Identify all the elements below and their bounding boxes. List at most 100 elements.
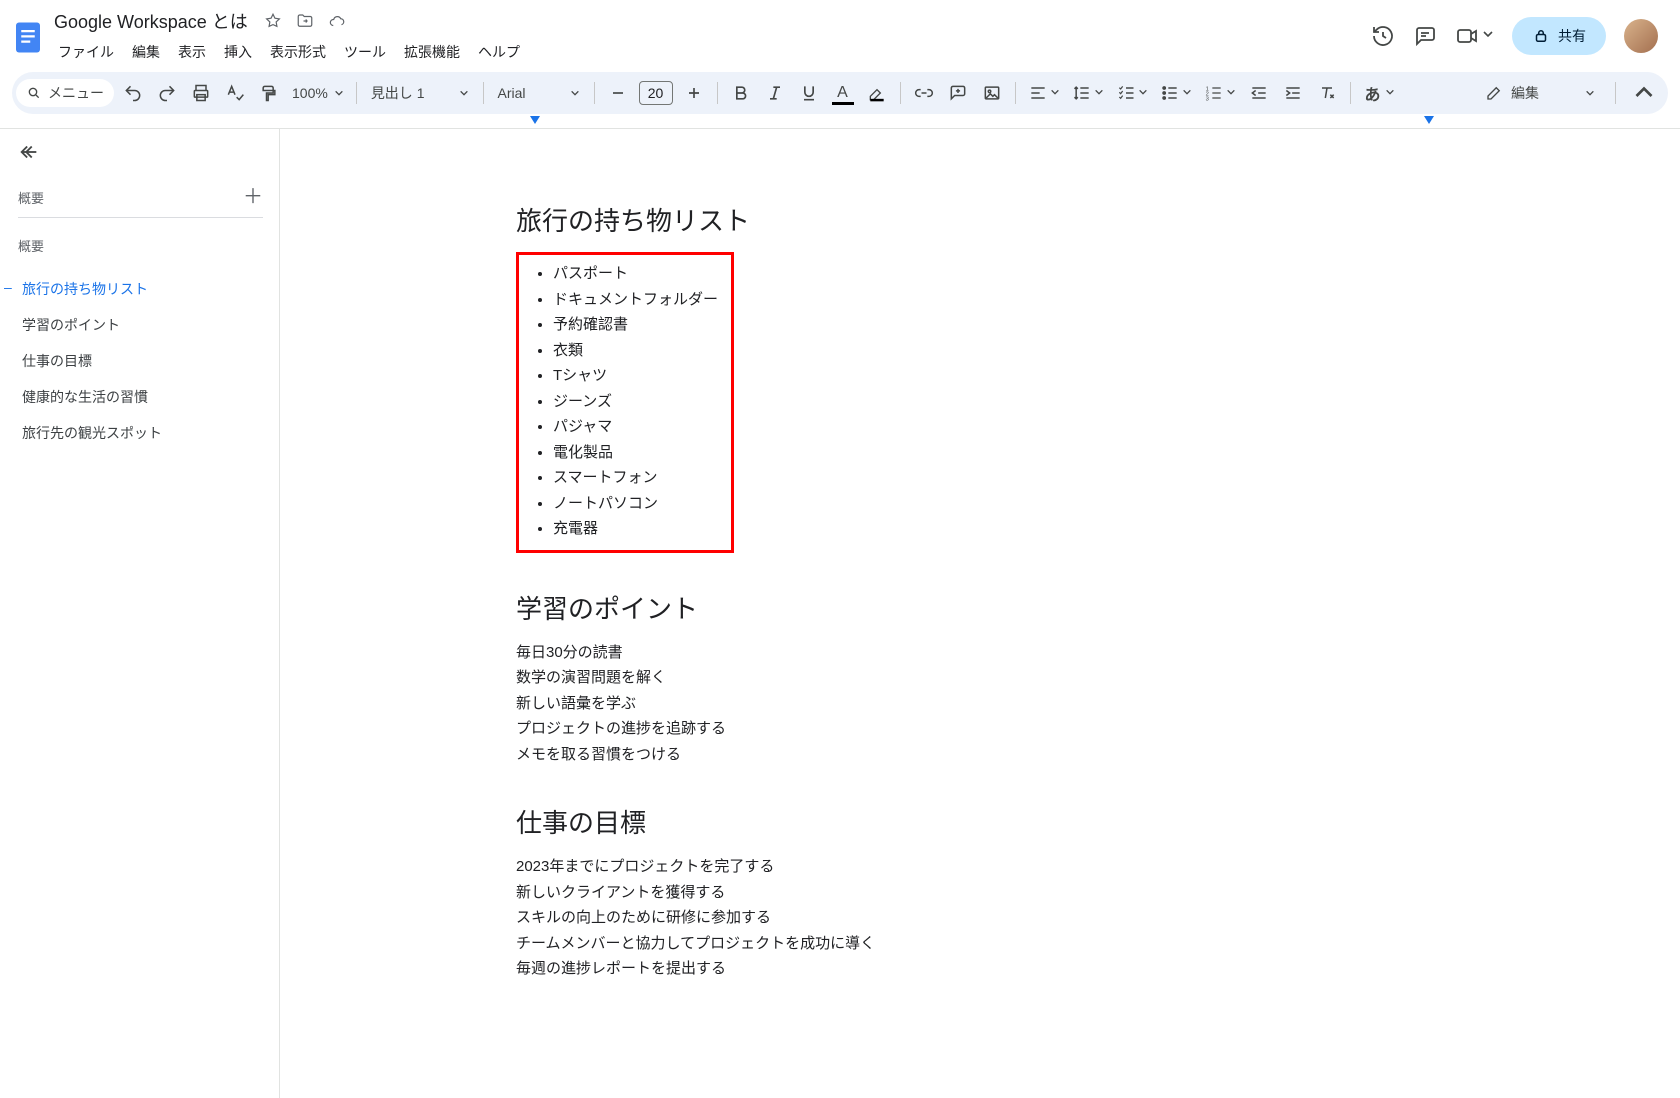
menu-bar: ファイル 編集 表示 挿入 表示形式 ツール 拡張機能 ヘルプ [50, 36, 1371, 66]
indent-marker-right[interactable] [1424, 116, 1434, 124]
menu-view[interactable]: 表示 [170, 38, 214, 66]
highlight-box: パスポートドキュメントフォルダー予約確認書衣類Tシャツジーンズパジャマ電化製品ス… [516, 252, 734, 553]
comments-icon[interactable] [1413, 24, 1437, 48]
text-color-button[interactable]: A [828, 78, 858, 108]
list-item[interactable]: ノートパソコン [553, 491, 723, 517]
text-line[interactable]: チームメンバーと協力してプロジェクトを成功に導く [516, 931, 1456, 957]
text-block[interactable]: 2023年までにプロジェクトを完了する新しいクライアントを獲得するスキルの向上の… [516, 854, 1456, 982]
editing-mode-button[interactable]: 編集 [1475, 79, 1605, 107]
insert-link-button[interactable] [909, 78, 939, 108]
menu-format[interactable]: 表示形式 [262, 38, 334, 66]
collapse-toolbar-button[interactable] [1626, 75, 1662, 111]
menu-help[interactable]: ヘルプ [470, 38, 528, 66]
add-comment-button[interactable] [943, 78, 973, 108]
text-line[interactable]: 毎週の進捗レポートを提出する [516, 956, 1456, 982]
highlight-color-button[interactable] [862, 78, 892, 108]
docs-logo-icon[interactable] [8, 16, 48, 56]
font-family-value: Arial [498, 85, 526, 101]
add-summary-button[interactable]: ＋ [243, 187, 263, 207]
editing-mode-label: 編集 [1511, 83, 1539, 103]
ruler[interactable] [12, 116, 1668, 126]
line-spacing-button[interactable] [1068, 78, 1108, 108]
align-button[interactable] [1024, 78, 1064, 108]
list-item[interactable]: スマートフォン [553, 465, 723, 491]
search-menus-button[interactable]: メニュー [16, 79, 114, 107]
heading-1[interactable]: 仕事の目標 [516, 803, 1456, 840]
meet-icon[interactable] [1455, 24, 1494, 48]
outline-panel: 概要 ＋ 概要 旅行の持ち物リスト学習のポイント仕事の目標健康的な生活の習慣旅行… [0, 129, 280, 1098]
text-line[interactable]: スキルの向上のために研修に参加する [516, 905, 1456, 931]
document-canvas[interactable]: 旅行の持ち物リスト パスポートドキュメントフォルダー予約確認書衣類Tシャツジーン… [280, 129, 1680, 1098]
outline-item[interactable]: 旅行の持ち物リスト [18, 271, 263, 307]
avatar[interactable] [1624, 19, 1658, 53]
list-item[interactable]: Tシャツ [553, 363, 723, 389]
print-button[interactable] [186, 78, 216, 108]
text-line[interactable]: メモを取る習慣をつける [516, 742, 1456, 768]
list-item[interactable]: パスポート [553, 261, 723, 287]
undo-button[interactable] [118, 78, 148, 108]
cloud-status-icon[interactable] [326, 10, 348, 32]
text-line[interactable]: 新しいクライアントを獲得する [516, 880, 1456, 906]
increase-font-size-button[interactable] [679, 78, 709, 108]
redo-button[interactable] [152, 78, 182, 108]
text-line[interactable]: 新しい語彙を学ぶ [516, 691, 1456, 717]
outline-back-button[interactable] [18, 141, 263, 163]
decrease-indent-button[interactable] [1244, 78, 1274, 108]
outline-item[interactable]: 旅行先の観光スポット [18, 415, 263, 451]
menu-tools[interactable]: ツール [336, 38, 394, 66]
chevron-down-icon [1585, 85, 1595, 101]
paragraph-style-select[interactable]: 見出し 1 [365, 83, 475, 103]
text-line[interactable]: プロジェクトの進捗を追跡する [516, 716, 1456, 742]
list-item[interactable]: パジャマ [553, 414, 723, 440]
underline-button[interactable] [794, 78, 824, 108]
menu-file[interactable]: ファイル [50, 38, 122, 66]
search-menus-label: メニュー [48, 83, 104, 103]
input-tools-label: あ [1363, 81, 1383, 105]
bulleted-list[interactable]: パスポートドキュメントフォルダー予約確認書衣類Tシャツジーンズパジャマ電化製品ス… [527, 261, 723, 542]
bold-button[interactable] [726, 78, 756, 108]
list-item[interactable]: ジーンズ [553, 389, 723, 415]
text-block[interactable]: 毎日30分の読書数学の演習問題を解く新しい語彙を学ぶプロジェクトの進捗を追跡する… [516, 640, 1456, 768]
outline-item[interactable]: 学習のポイント [18, 307, 263, 343]
list-item[interactable]: 予約確認書 [553, 312, 723, 338]
numbered-list-button[interactable]: 123 [1200, 78, 1240, 108]
insert-image-button[interactable] [977, 78, 1007, 108]
indent-marker-left[interactable] [530, 116, 540, 124]
share-button-label: 共有 [1558, 26, 1586, 46]
paint-format-button[interactable] [254, 78, 284, 108]
outline-item[interactable]: 仕事の目標 [18, 343, 263, 379]
font-family-select[interactable]: Arial [492, 85, 586, 101]
list-item[interactable]: 衣類 [553, 338, 723, 364]
italic-button[interactable] [760, 78, 790, 108]
menu-edit[interactable]: 編集 [124, 38, 168, 66]
move-to-folder-icon[interactable] [294, 10, 316, 32]
zoom-value: 100% [292, 85, 328, 101]
document-title[interactable]: Google Workspace とは [50, 6, 252, 36]
font-size-input[interactable]: 20 [639, 81, 673, 105]
heading-1[interactable]: 学習のポイント [516, 589, 1456, 626]
zoom-select[interactable]: 100% [288, 85, 348, 101]
checklist-button[interactable] [1112, 78, 1152, 108]
increase-indent-button[interactable] [1278, 78, 1308, 108]
decrease-font-size-button[interactable] [603, 78, 633, 108]
heading-1[interactable]: 旅行の持ち物リスト [516, 201, 1456, 238]
bulleted-list-button[interactable] [1156, 78, 1196, 108]
chevron-down-icon [1482, 27, 1494, 45]
menu-insert[interactable]: 挿入 [216, 38, 260, 66]
list-item[interactable]: 電化製品 [553, 440, 723, 466]
share-button[interactable]: 共有 [1512, 17, 1606, 55]
outline-item[interactable]: 健康的な生活の習慣 [18, 379, 263, 415]
history-icon[interactable] [1371, 24, 1395, 48]
list-item[interactable]: 充電器 [553, 516, 723, 542]
outline-summary-label: 概要 [18, 188, 44, 207]
menu-extensions[interactable]: 拡張機能 [396, 38, 468, 66]
text-line[interactable]: 2023年までにプロジェクトを完了する [516, 854, 1456, 880]
text-line[interactable]: 毎日30分の読書 [516, 640, 1456, 666]
list-item[interactable]: ドキュメントフォルダー [553, 287, 723, 313]
clear-formatting-button[interactable] [1312, 78, 1342, 108]
text-line[interactable]: 数学の演習問題を解く [516, 665, 1456, 691]
font-size-value: 20 [648, 85, 664, 101]
star-icon[interactable] [262, 10, 284, 32]
spellcheck-button[interactable] [220, 78, 250, 108]
input-tools-button[interactable]: あ [1359, 78, 1399, 108]
